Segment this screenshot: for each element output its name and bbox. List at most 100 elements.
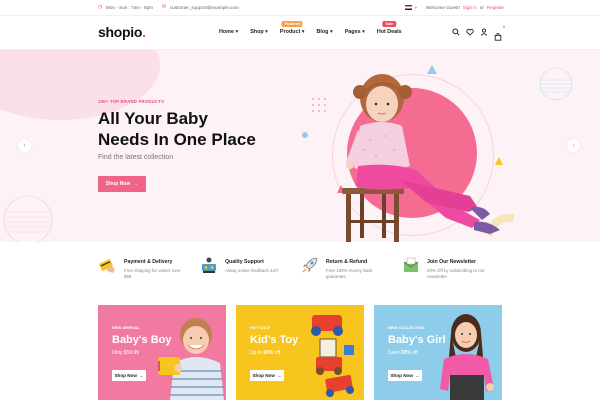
arrow-right-icon: →: [133, 181, 139, 187]
banner-girl-image: [440, 314, 494, 400]
logo-dot: .: [142, 24, 146, 40]
nav-hot-deals[interactable]: Sale Hot Deals: [377, 21, 402, 35]
nav-home-label: Home: [219, 29, 234, 35]
hero-subtitle: Find the latest collection: [98, 154, 174, 161]
welcome-text: Welcome Guest!: [425, 5, 460, 10]
arrow-right-icon: →: [414, 373, 420, 378]
arrow-right-icon: →: [276, 373, 282, 378]
language-flag-icon[interactable]: [404, 5, 412, 10]
hero-shop-now-button[interactable]: Shop Now →: [98, 176, 146, 192]
rocket-icon: [302, 257, 318, 273]
feature-support: Quality Support Alway online feedback 24…: [199, 255, 300, 289]
shopping-bag-icon: [494, 33, 502, 41]
main-nav: Home ▾ Shop ▾ Featured Product ▾ Blog ▾ …: [219, 21, 402, 35]
banner-price: Up to 60% off: [250, 350, 280, 356]
price-value: $59.99: [123, 350, 139, 356]
arrow-right-icon: →: [138, 373, 144, 378]
banner-boy-image: [158, 318, 224, 400]
nav-shop[interactable]: Shop ▾: [250, 29, 268, 35]
hero-stripe-circle-right-decoration: [539, 67, 573, 101]
heart-icon[interactable]: [466, 28, 474, 36]
banner-shop-now-button[interactable]: Shop Now →: [388, 370, 422, 381]
envelope-icon: [403, 257, 419, 272]
clock-icon: ◷: [98, 4, 103, 10]
hero-title-line1: All Your Baby: [98, 109, 208, 128]
banner-toy-image: [311, 315, 354, 397]
feature-newsletter: Join Our Newsletter 20% Off by subscribi…: [401, 255, 502, 289]
banner-tag: NEW ARRIVAL: [112, 325, 140, 330]
feature-payment: Payment & Delivery Free shipping for ord…: [98, 255, 199, 289]
sale-badge: Sale: [382, 21, 396, 27]
nav-pages-label: Pages: [344, 29, 361, 35]
feature-title: Payment & Delivery: [124, 259, 173, 265]
banner-shop-now-button[interactable]: Shop Now →: [250, 370, 284, 381]
hero-slider: 100+ TOP BRAND PRODUCTS All Your Baby Ne…: [0, 50, 600, 242]
site-logo[interactable]: shopio.: [98, 24, 146, 40]
nav-product-label: Product: [279, 29, 301, 35]
cart-button[interactable]: 0: [494, 25, 505, 41]
hero-title: All Your Baby Needs In One Place: [98, 108, 298, 150]
nav-home[interactable]: Home ▾: [219, 29, 238, 35]
business-hours: Mon - Sun : 7am - 8pm: [106, 5, 153, 10]
feature-return: Return & Refund Free 100% money back gua…: [300, 255, 401, 289]
feature-desc: Free 100% money back guarantee: [326, 268, 373, 279]
main-header: shopio. Home ▾ Shop ▾ Featured Product ▾…: [0, 16, 600, 50]
slider-prev-button[interactable]: ‹: [18, 139, 31, 152]
price-prefix: Save: [388, 350, 400, 356]
chevron-left-icon: ‹: [23, 142, 26, 149]
nav-blog-label: Blog: [316, 29, 329, 35]
banner-tag: HOT SALE: [250, 325, 271, 330]
feature-desc: 20% Off by subscribing to our newsletter: [427, 268, 485, 279]
banner-shop-now-label: Shop Now: [114, 373, 137, 378]
banner-title: Baby's Girl: [388, 334, 446, 346]
chevron-right-icon: ›: [572, 142, 575, 149]
top-bar: ◷ Mon - Sun : 7am - 8pm ✉ customer_suppo…: [0, 0, 600, 16]
hero-girl-image: [342, 74, 500, 242]
feature-title: Quality Support: [225, 259, 264, 265]
hero-stripe-circle-decoration: [3, 195, 53, 242]
cart-count: 0: [503, 25, 505, 29]
top-bar-account: ▾ Welcome Guest! Sign in or Register: [404, 5, 504, 10]
banner-shop-now-label: Shop Now: [252, 373, 275, 378]
price-value: 60%: [263, 350, 274, 356]
banner-shop-now-label: Shop Now: [390, 373, 413, 378]
banner-babys-boy[interactable]: NEW ARRIVAL Baby's Boy Only $59.99 Shop …: [98, 305, 226, 400]
card-icon: [99, 259, 115, 273]
chevron-down-icon[interactable]: ▾: [415, 5, 417, 10]
banner-title: Baby's Boy: [112, 334, 172, 346]
hero-dot-decoration: [302, 132, 308, 138]
price-prefix: Up to: [250, 350, 262, 356]
or-text: or: [479, 5, 484, 10]
sign-in-link[interactable]: Sign in: [463, 5, 477, 10]
top-bar-contact: ◷ Mon - Sun : 7am - 8pm ✉ customer_suppo…: [98, 4, 239, 11]
banner-kids-toy[interactable]: HOT SALE Kid's Toy Up to 60% off Shop No…: [236, 305, 364, 400]
banner-babys-girl[interactable]: NEW COLLECTION Baby's Girl Save 30% off …: [374, 305, 502, 400]
user-icon[interactable]: [480, 28, 488, 36]
feature-desc: Free shipping for orders over $59: [124, 268, 181, 279]
hero-title-line2: Needs In One Place: [98, 130, 256, 149]
banner-tag: NEW COLLECTION: [388, 325, 425, 330]
hero-shop-now-label: Shop Now: [105, 181, 131, 187]
price-prefix: Only: [112, 350, 123, 356]
price-suffix: off: [412, 350, 418, 356]
banner-price: Save 30% off: [388, 350, 418, 356]
slider-next-button[interactable]: ›: [567, 139, 580, 152]
banner-title: Kid's Toy: [250, 334, 299, 346]
feature-title: Return & Refund: [326, 259, 368, 265]
banner-price: Only $59.99: [112, 350, 139, 356]
support-icon: [202, 257, 216, 273]
nav-shop-label: Shop: [250, 29, 264, 35]
nav-blog[interactable]: Blog ▾: [317, 29, 333, 35]
price-suffix: off: [274, 350, 281, 356]
header-actions: 0: [452, 25, 505, 41]
nav-product[interactable]: Featured Product ▾: [279, 21, 305, 35]
register-link[interactable]: Register: [487, 5, 504, 10]
featured-badge: Featured: [281, 21, 303, 27]
search-icon[interactable]: [452, 28, 460, 36]
features-row: Payment & Delivery Free shipping for ord…: [98, 255, 502, 289]
hero-eyebrow: 100+ TOP BRAND PRODUCTS: [98, 99, 165, 104]
feature-desc: Alway online feedback 24/7: [225, 268, 279, 273]
nav-pages[interactable]: Pages ▾: [345, 29, 365, 35]
support-email[interactable]: customer_support@example.com: [170, 5, 239, 10]
banner-shop-now-button[interactable]: Shop Now →: [112, 370, 146, 381]
